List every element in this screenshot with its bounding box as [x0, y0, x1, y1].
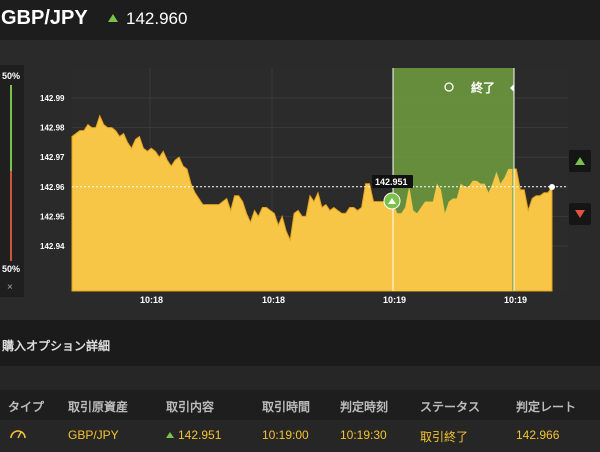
x-tick-label: 10:18	[140, 295, 163, 305]
timer-icon	[10, 430, 26, 439]
chevron-down-icon	[575, 210, 585, 218]
col-type: タイプ	[8, 400, 45, 414]
option-details-table: タイプ 取引原資産 取引内容 取引時間 判定時刻 ステータス 判定レート GBP…	[0, 366, 600, 452]
row-judge-time: 10:19:30	[340, 428, 387, 442]
row-asset: GBP/JPY	[68, 428, 119, 442]
high-button[interactable]	[569, 150, 591, 172]
x-axis-labels: 10:18 10:18 10:19 10:19	[140, 295, 527, 305]
row-content-value: 142.951	[178, 428, 222, 442]
current-rate-dot	[549, 184, 555, 190]
x-tick-label: 10:19	[383, 295, 406, 305]
col-judge-time: 判定時刻	[340, 400, 389, 414]
row-judge-rate: 142.966	[516, 428, 560, 442]
end-label-text: 終了	[471, 80, 495, 95]
y-tick-label: 142.94	[40, 242, 65, 251]
row-status: 取引終了	[420, 430, 469, 444]
chevron-up-icon	[575, 157, 585, 165]
col-asset: 取引原資産	[68, 400, 129, 414]
row-trade-time: 10:19:00	[262, 428, 309, 442]
table-header: タイプ 取引原資産 取引内容 取引時間 判定時刻 ステータス 判定レート	[0, 390, 600, 420]
row-content: 142.951	[166, 428, 221, 442]
y-tick-label: 142.95	[40, 212, 65, 221]
y-tick-label: 142.96	[40, 183, 65, 192]
y-tick-label: 142.99	[40, 94, 65, 103]
col-content: 取引内容	[166, 400, 215, 414]
purchase-detail-header: 購入オプション詳細	[0, 320, 600, 366]
y-tick-label: 142.98	[40, 124, 65, 133]
low-button[interactable]	[569, 203, 591, 225]
col-status: ステータス	[420, 400, 481, 414]
col-trade-time: 取引時間	[262, 400, 311, 414]
y-axis-labels: 142.99 142.98 142.97 142.96 142.95 142.94	[40, 94, 65, 251]
col-judge-rate: 判定レート	[516, 400, 577, 414]
purchase-detail-title: 購入オプション詳細	[2, 339, 111, 353]
y-tick-label: 142.97	[40, 153, 65, 162]
x-tick-label: 10:18	[262, 295, 285, 305]
entry-label-text: 142.951	[375, 177, 408, 187]
x-tick-label: 10:19	[504, 295, 527, 305]
table-row[interactable]: GBP/JPY 142.951 10:19:00 10:19:30 取引終了 1…	[0, 422, 600, 452]
up-arrow-icon	[166, 432, 174, 438]
price-chart: 142.99142.98142.97142.96142.95142.94 終了 …	[40, 68, 568, 305]
